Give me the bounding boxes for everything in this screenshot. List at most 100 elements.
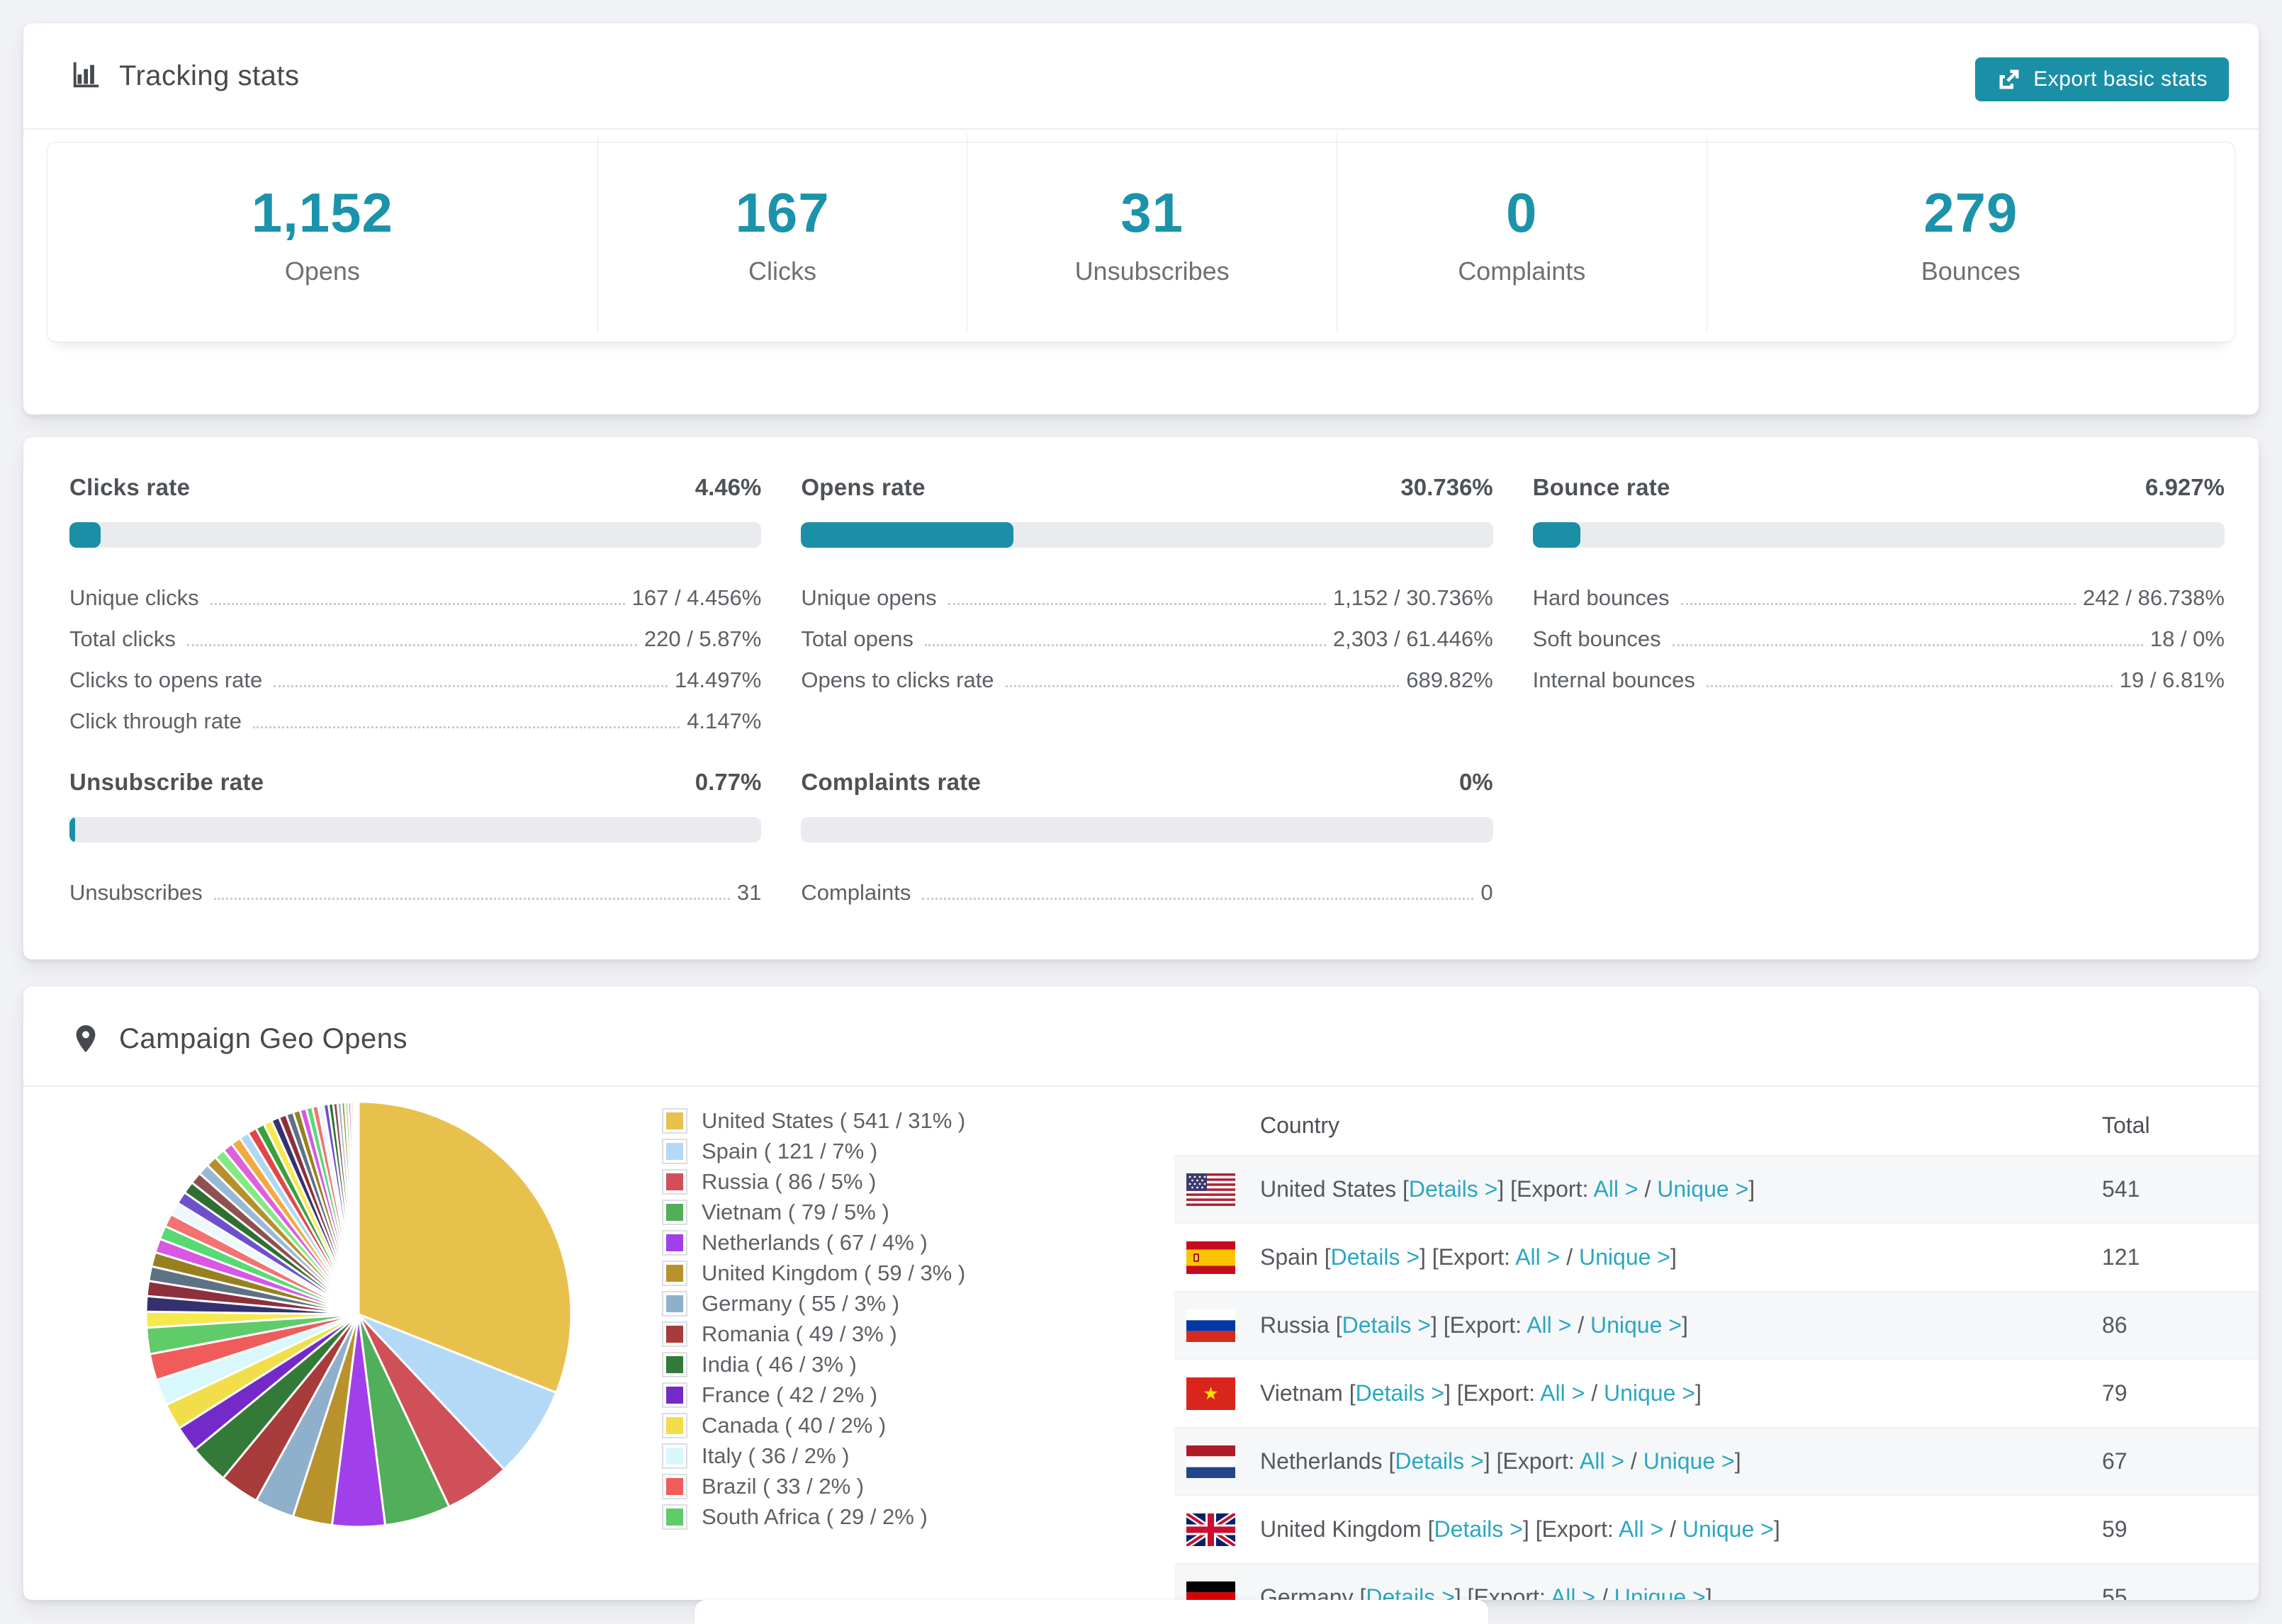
stat-row: Opens to clicks rate 689.82% [801, 667, 1493, 693]
legend-item: India ( 46 / 3% ) [662, 1349, 965, 1380]
opens-count: 1,152 [251, 181, 393, 244]
details-link[interactable]: Details > [1366, 1584, 1454, 1600]
export-unique-link[interactable]: Unique > [1614, 1584, 1706, 1600]
legend-item: Canada ( 40 / 2% ) [662, 1410, 965, 1440]
summary-opens: 1,152 Opens [47, 134, 598, 333]
opens-rate-block: Opens rate 30.736% Unique opens 1,152 / 3… [801, 474, 1493, 733]
bounces-count: 279 [1923, 181, 2018, 244]
summary-unsubscribes: 31 Unsubscribes [967, 134, 1337, 333]
legend-swatch [662, 1473, 687, 1499]
opens-rate-title: Opens rate [801, 474, 926, 500]
total-value: 59 [2102, 1516, 2128, 1542]
stat-row: Complaints 0 [801, 880, 1493, 906]
export-basic-stats-button[interactable]: Export basic stats [1975, 57, 2229, 101]
total-value: 67 [2102, 1448, 2128, 1474]
flag-germany-icon [1186, 1581, 1235, 1600]
clicks-count: 167 [735, 181, 830, 244]
bar-chart-icon [73, 62, 99, 88]
summary-clicks: 167 Clicks [598, 134, 968, 333]
export-unique-link[interactable]: Unique > [1657, 1176, 1748, 1202]
clicks-label: Clicks [748, 256, 816, 286]
geo-opens-card: Campaign Geo Opens United States ( 541 /… [23, 986, 2259, 1600]
total-column-header: Total [2102, 1112, 2150, 1138]
flag-russia-icon [1186, 1309, 1235, 1342]
geo-header-divider [23, 1086, 2259, 1087]
page-title: Tracking stats [119, 60, 300, 91]
export-all-link[interactable]: All > [1580, 1448, 1624, 1474]
export-unique-link[interactable]: Unique > [1682, 1516, 1774, 1542]
flag-united-states-icon [1186, 1173, 1235, 1206]
stat-row: Unsubscribes 31 [69, 880, 762, 906]
total-value: 55 [2102, 1584, 2128, 1600]
header-divider [23, 128, 2259, 130]
export-unique-link[interactable]: Unique > [1579, 1244, 1670, 1270]
legend-item: South Africa ( 29 / 2% ) [662, 1501, 965, 1532]
legend-item: France ( 42 / 2% ) [662, 1380, 965, 1410]
geo-opens-header: Campaign Geo Opens [69, 986, 408, 1091]
stat-row: Click through rate 4.147% [69, 709, 762, 734]
complaints-rate-block: Complaints rate 0% Complaints 0 [801, 769, 1493, 905]
unsubscribes-count: 31 [1120, 181, 1184, 244]
clicks-rate-value: 4.46% [695, 474, 762, 500]
pie-legend: United States ( 541 / 31% ) Spain ( 121 … [662, 1105, 965, 1532]
details-link[interactable]: Details > [1342, 1312, 1431, 1338]
stat-row: Total opens 2,303 / 61.446% [801, 626, 1493, 652]
details-link[interactable]: Details > [1395, 1448, 1483, 1474]
bounce-rate-value: 6.927% [2145, 474, 2225, 500]
unsubscribes-label: Unsubscribes [1074, 256, 1230, 286]
export-unique-link[interactable]: Unique > [1590, 1312, 1682, 1338]
flag-netherlands-icon [1186, 1445, 1235, 1478]
export-all-link[interactable]: All > [1551, 1584, 1595, 1600]
legend-item: Germany ( 55 / 3% ) [662, 1288, 965, 1319]
complaints-label: Complaints [1458, 256, 1586, 286]
export-all-link[interactable]: All > [1540, 1380, 1585, 1406]
country-name: United Kingdom [1260, 1516, 1422, 1542]
legend-swatch [662, 1168, 687, 1195]
stat-row: Clicks to opens rate 14.497% [69, 667, 762, 693]
geo-opens-table: Country Total United States [Details >] … [1174, 1096, 2259, 1600]
map-pin-icon [76, 1025, 96, 1053]
details-link[interactable]: Details > [1356, 1380, 1444, 1406]
stat-row: Unique clicks 167 / 4.456% [69, 585, 762, 611]
bounce-rate-block: Bounce rate 6.927% Hard bounces 242 / 86.… [1532, 474, 2225, 733]
total-value: 79 [2102, 1380, 2128, 1406]
table-header: Country Total [1174, 1096, 2259, 1155]
total-value: 541 [2102, 1176, 2140, 1202]
details-link[interactable]: Details > [1409, 1176, 1497, 1202]
legend-item: Russia ( 86 / 5% ) [662, 1166, 965, 1197]
complaints-rate-value: 0% [1458, 769, 1493, 795]
export-all-link[interactable]: All > [1515, 1244, 1560, 1270]
table-row: Spain [Details >] [Export: All > / Uniqu… [1174, 1223, 2259, 1291]
country-name: Russia [1260, 1312, 1330, 1338]
export-unique-link[interactable]: Unique > [1604, 1380, 1695, 1406]
clicks-rate-title: Clicks rate [69, 474, 191, 500]
geo-opens-title: Campaign Geo Opens [119, 1022, 408, 1054]
country-name: Netherlands [1260, 1448, 1383, 1474]
export-all-link[interactable]: All > [1527, 1312, 1571, 1338]
legend-item: United States ( 541 / 31% ) [662, 1105, 965, 1136]
stat-row: Unique opens 1,152 / 30.736% [801, 585, 1493, 611]
country-column-header: Country [1260, 1112, 1340, 1138]
details-link[interactable]: Details > [1331, 1244, 1420, 1270]
legend-swatch [662, 1412, 687, 1438]
legend-swatch [662, 1229, 687, 1256]
flag-vietnam-icon [1186, 1377, 1235, 1410]
summary-stats-box: 1,152 Opens 167 Clicks 31 Unsubscribes 0… [47, 134, 2235, 342]
unsubscribe-rate-title: Unsubscribe rate [69, 769, 264, 795]
export-unique-link[interactable]: Unique > [1643, 1448, 1735, 1474]
legend-swatch [662, 1199, 687, 1225]
export-all-link[interactable]: All > [1593, 1176, 1638, 1202]
stat-row: Hard bounces 242 / 86.738% [1532, 585, 2225, 611]
legend-swatch [662, 1443, 687, 1469]
table-row: Vietnam [Details >] [Export: All > / Uni… [1174, 1359, 2259, 1427]
legend-swatch [662, 1351, 687, 1377]
legend-item: Brazil ( 33 / 2% ) [662, 1471, 965, 1501]
bounces-label: Bounces [1921, 256, 2020, 286]
details-link[interactable]: Details > [1434, 1516, 1522, 1542]
export-button-label: Export basic stats [2033, 67, 2208, 91]
legend-swatch [662, 1290, 687, 1316]
table-row: United States [Details >] [Export: All >… [1174, 1155, 2259, 1223]
bounce-rate-title: Bounce rate [1532, 474, 1670, 500]
geo-opens-pie-chart [145, 1100, 573, 1528]
export-all-link[interactable]: All > [1619, 1516, 1663, 1542]
